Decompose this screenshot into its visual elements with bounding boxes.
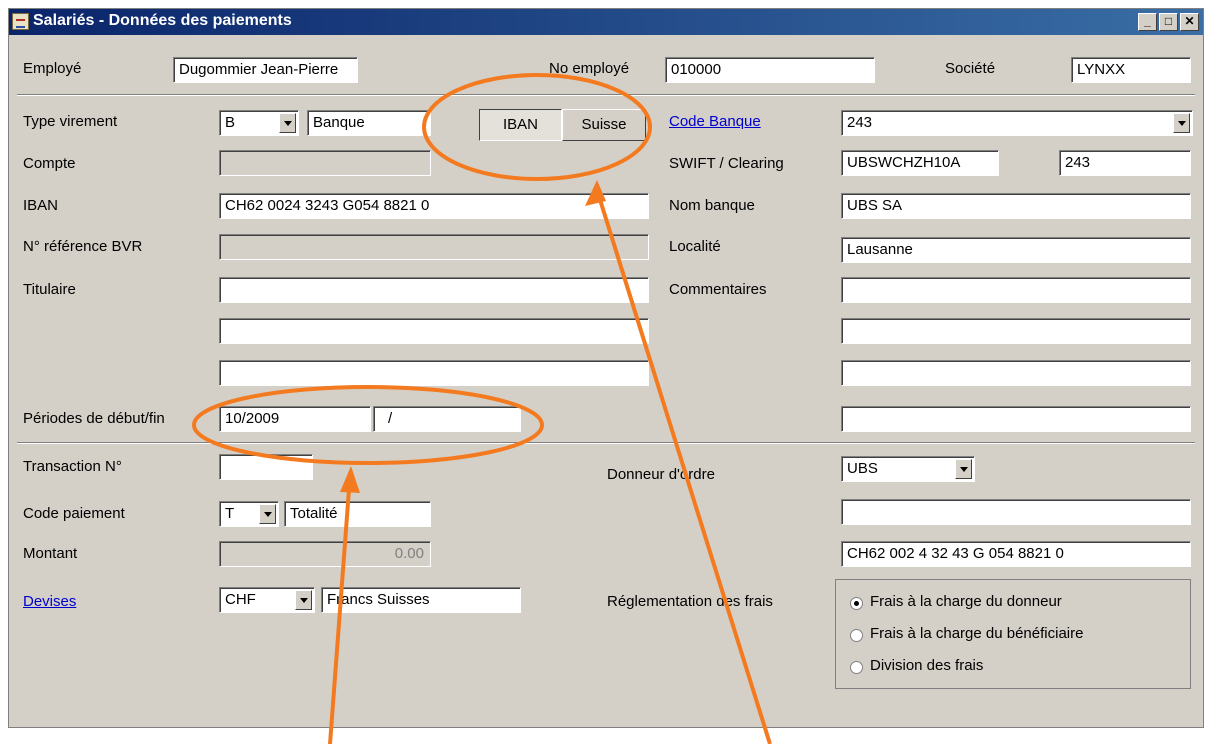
- annotation-ellipse-iban: [422, 73, 652, 181]
- annotation-arrow-periodes: [328, 475, 352, 744]
- annotation-arrowhead-periodes: [340, 466, 360, 493]
- annotation-arrow-iban: [595, 189, 772, 744]
- annotation-overlay: [192, 73, 772, 744]
- annotation-ellipse-periodes: [192, 385, 544, 465]
